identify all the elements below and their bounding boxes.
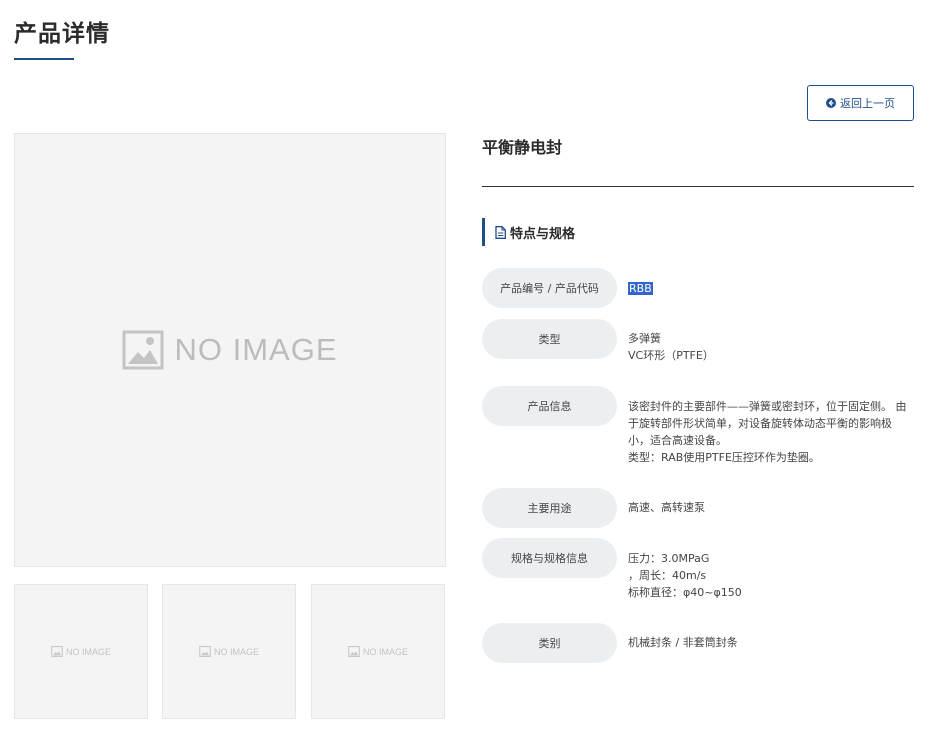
spec-line: 机械封条 / 非套筒封条 bbox=[628, 636, 738, 649]
spec-value-product-info: 该密封件的主要部件——弹簧或密封环，位于固定侧。 由 于旋转部件形状简单，对设备… bbox=[628, 398, 914, 466]
image-placeholder-icon bbox=[348, 646, 360, 657]
image-placeholder-icon bbox=[51, 646, 63, 657]
spec-line: 小，适合高速设备。 bbox=[628, 434, 727, 447]
image-placeholder-icon bbox=[199, 646, 211, 657]
thumbnail-1[interactable]: NO IMAGE bbox=[14, 584, 148, 719]
spec-label-main-use: 主要用途 bbox=[482, 488, 617, 528]
spec-line: 多弹簧 bbox=[628, 332, 661, 345]
back-button-label: 返回上一页 bbox=[840, 97, 895, 110]
spec-line: 该密封件的主要部件——弹簧或密封环，位于固定侧。 由 bbox=[628, 400, 907, 413]
spec-value-category: 机械封条 / 非套筒封条 bbox=[628, 634, 914, 651]
spec-line: ，周长：40m/s bbox=[628, 569, 707, 582]
spec-value-type: 多弹簧 VC环形（PTFE） bbox=[628, 330, 914, 364]
spec-label-specifications: 规格与规格信息 bbox=[482, 538, 617, 578]
image-placeholder-icon bbox=[122, 330, 164, 370]
document-icon bbox=[495, 225, 506, 239]
no-image-placeholder: NO IMAGE bbox=[199, 646, 259, 657]
product-code-value: RBB bbox=[628, 282, 653, 295]
product-name: 平衡静电封 bbox=[482, 138, 563, 157]
section-header: 特点与规格 bbox=[482, 218, 575, 246]
spec-line: 标称直径：φ40~φ150 bbox=[628, 586, 742, 599]
main-product-image[interactable]: NO IMAGE bbox=[14, 133, 446, 567]
spec-label-type: 类型 bbox=[482, 319, 617, 359]
spec-label-category: 类别 bbox=[482, 623, 617, 663]
spec-line: 于旋转部件形状简单，对设备旋转体动态平衡的影响极 bbox=[628, 417, 892, 430]
divider bbox=[482, 186, 914, 187]
no-image-text: NO IMAGE bbox=[362, 646, 408, 657]
spec-line: 高速、高转速泵 bbox=[628, 501, 705, 514]
no-image-placeholder: NO IMAGE bbox=[51, 646, 111, 657]
section-title: 特点与规格 bbox=[510, 226, 576, 242]
spec-line: 类型：RAB使用PTFE压控环作为垫圈。 bbox=[628, 451, 820, 464]
back-button[interactable]: 返回上一页 bbox=[807, 85, 914, 121]
title-underline bbox=[14, 58, 74, 60]
no-image-text: NO IMAGE bbox=[213, 646, 259, 657]
spec-value-main-use: 高速、高转速泵 bbox=[628, 499, 914, 516]
spec-line: VC环形（PTFE） bbox=[628, 349, 714, 362]
no-image-text: NO IMAGE bbox=[65, 646, 111, 657]
no-image-placeholder: NO IMAGE bbox=[348, 646, 408, 657]
spec-label-product-code: 产品编号 / 产品代码 bbox=[482, 268, 617, 308]
thumbnail-3[interactable]: NO IMAGE bbox=[311, 584, 445, 719]
spec-line: 压力：3.0MPaG bbox=[628, 552, 710, 565]
spec-label-product-info: 产品信息 bbox=[482, 386, 617, 426]
no-image-text: NO IMAGE bbox=[174, 332, 338, 367]
spec-value-specifications: 压力：3.0MPaG ，周长：40m/s 标称直径：φ40~φ150 bbox=[628, 550, 914, 601]
no-image-placeholder: NO IMAGE bbox=[122, 330, 337, 370]
page-title: 产品详情 bbox=[14, 21, 110, 47]
arrow-circle-left-icon bbox=[826, 98, 836, 108]
thumbnail-2[interactable]: NO IMAGE bbox=[162, 584, 296, 719]
spec-value-product-code: RBB bbox=[628, 280, 914, 297]
